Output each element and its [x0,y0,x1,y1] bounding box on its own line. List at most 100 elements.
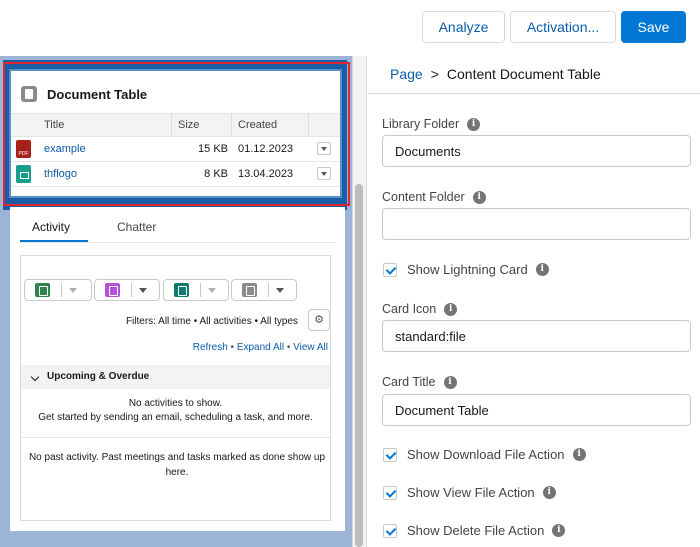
file-size: 8 KB [204,168,228,180]
info-icon[interactable]: i [444,302,458,316]
library-folder-label-text: Library Folder [382,117,460,131]
show-delete-label: Show Delete File Action [407,523,545,538]
activity-card: Activity Chatter Filters: All time • All… [10,207,345,531]
button-divider [268,283,269,297]
view-all-link[interactable]: View All [293,342,328,353]
card-icon-label: Card Icon i [382,302,458,316]
checkbox-checked[interactable] [383,485,397,500]
new-event-button[interactable] [94,279,160,301]
breadcrumb-page-link[interactable]: Page [390,66,423,82]
card-title-input[interactable]: Document Table [382,394,691,426]
pdf-file-icon: PDF [16,140,31,158]
show-download-file-action-checkbox[interactable]: Show Download File Action i [383,447,586,462]
file-created-date: 01.12.2023 [238,143,294,155]
top-toolbar: Analyze Activation... Save [0,0,700,56]
activity-links: Refresh • Expand All • View All [193,342,328,353]
table-row: PDF example 15 KB 01.12.2023 [11,137,340,162]
no-activities-line: No activities to show. [128,398,223,409]
content-folder-label: Content Folder i [382,190,486,204]
show-delete-file-action-checkbox[interactable]: Show Delete File Action i [383,523,566,538]
properties-panel: Page > Content Document Table Library Fold… [366,56,700,547]
column-header-size[interactable]: Size [178,119,199,131]
card-title: Document Table [47,87,148,102]
chevron-down-icon[interactable] [208,288,216,293]
table-header: Title Size Created [11,113,340,137]
button-divider [131,283,132,297]
tab-divider [20,242,336,243]
save-button[interactable]: Save [621,11,686,43]
info-icon[interactable]: i [467,117,481,131]
chevron-down-icon[interactable] [276,288,284,293]
new-task-button[interactable] [24,279,92,301]
page-canvas: Document Table Title Size Created PDF ex… [0,56,366,547]
column-header-title[interactable]: Title [44,119,64,131]
library-folder-label: Library Folder i [382,117,481,131]
info-icon[interactable]: i [572,448,586,461]
call-icon [174,283,189,297]
activation-button[interactable]: Activation... [510,11,616,43]
refresh-link[interactable]: Refresh [193,342,228,353]
log-call-button[interactable] [163,279,229,301]
column-divider [308,114,309,136]
info-icon[interactable]: i [472,190,486,204]
row-actions-chevron-down-icon[interactable] [317,142,331,155]
activity-filters-text: Filters: All time • All activities • All… [125,316,298,327]
image-file-icon [16,165,31,183]
file-icon [21,86,37,102]
event-icon [105,283,120,297]
tab-chatter[interactable]: Chatter [117,220,156,234]
expand-all-link[interactable]: Expand All [237,342,284,353]
show-lightning-card-label: Show Lightning Card [407,262,528,277]
chevron-down-icon [30,372,40,382]
checkbox-checked[interactable] [383,447,397,462]
no-activities-hint: Get started by sending an email, schedul… [38,412,313,423]
file-size: 15 KB [198,143,228,155]
breadcrumb-current: Content Document Table [446,66,601,82]
button-divider [200,283,201,297]
analyze-button[interactable]: Analyze [422,11,505,43]
content-folder-input[interactable] [382,208,691,240]
card-title-label-text: Card Title [382,375,436,389]
chevron-down-icon[interactable] [69,288,77,293]
gear-icon[interactable]: ⚙ [308,309,330,331]
info-icon[interactable]: i [535,263,549,276]
show-view-label: Show View File Action [407,485,535,500]
card-icon-input[interactable]: standard:file [382,320,691,352]
file-title-link[interactable]: example [44,143,86,155]
column-header-created[interactable]: Created [238,119,277,131]
pdf-icon-label: PDF [18,151,29,157]
file-title-link[interactable]: thflogo [44,168,77,180]
table-row: thflogo 8 KB 13.04.2023 [11,162,340,187]
show-view-file-action-checkbox[interactable]: Show View File Action i [383,485,556,500]
section-divider [21,437,330,438]
info-icon[interactable]: i [552,524,566,537]
upcoming-overdue-label: Upcoming & Overdue [47,371,150,382]
file-created-date: 13.04.2023 [238,168,294,180]
column-divider [231,114,232,136]
row-actions-chevron-down-icon[interactable] [317,167,331,180]
breadcrumb: Page > Content Document Table [390,66,601,82]
upcoming-overdue-section[interactable]: Upcoming & Overdue [21,365,330,389]
no-past-activity-message: No past activity. Past meetings and task… [28,452,326,478]
document-table-card[interactable]: Document Table Title Size Created PDF ex… [11,71,340,196]
tab-activity[interactable]: Activity [32,220,70,234]
no-activities-message: No activities to show. Get started by se… [21,397,330,425]
card-icon-label-text: Card Icon [382,302,437,316]
send-email-button[interactable] [231,279,297,301]
show-lightning-card-checkbox[interactable]: Show Lightning Card i [383,262,549,277]
show-download-label: Show Download File Action [407,447,565,462]
button-divider [61,283,62,297]
info-icon[interactable]: i [542,486,556,499]
column-divider [171,114,172,136]
checkbox-checked[interactable] [383,523,397,538]
checkbox-checked[interactable] [383,262,397,277]
breadcrumb-separator: > [430,66,439,82]
info-icon[interactable]: i [443,375,457,389]
task-icon [35,283,50,297]
canvas-scrollbar-thumb[interactable] [355,184,363,547]
panel-divider [367,93,700,94]
activity-publisher: Filters: All time • All activities • All… [20,255,331,521]
library-folder-input[interactable]: Documents [382,135,691,167]
card-title-label: Card Title i [382,375,457,389]
chevron-down-icon[interactable] [139,288,147,293]
